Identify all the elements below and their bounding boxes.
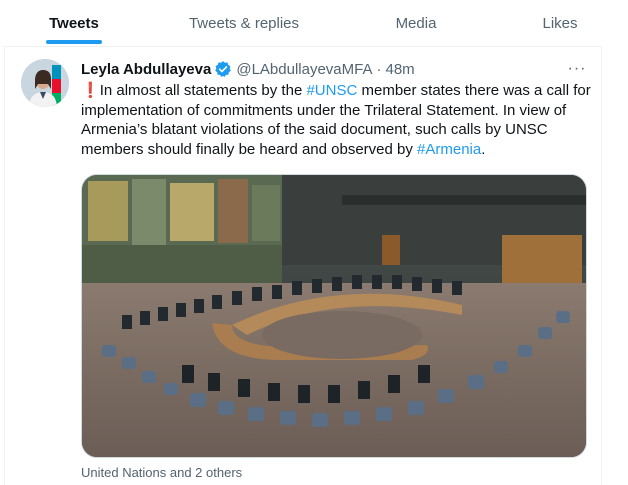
tweet-timestamp[interactable]: 48m [385,61,414,78]
profile-tabs: Tweets Tweets & replies Media Likes [0,0,628,46]
tweet-text-part-1: In almost all statements by the [99,82,307,99]
avatar[interactable] [21,59,69,107]
tab-likes-label: Likes [542,14,578,32]
tab-tweets[interactable]: Tweets [0,0,148,46]
security-council-chamber-photo [82,175,586,457]
tab-media-label: Media [395,14,437,32]
author-name[interactable]: Leyla Abdullayeva [81,61,211,78]
tweet-header: Leyla Abdullayeva @LAbdullayevaMFA · 48m… [81,59,591,79]
tweet-card[interactable]: Leyla Abdullayeva @LAbdullayevaMFA · 48m… [4,46,602,485]
tab-likes[interactable]: Likes [492,0,628,46]
more-options-icon[interactable]: ··· [565,57,589,81]
tweet-text-end: . [481,140,486,158]
tab-tweets-and-replies-label: Tweets & replies [188,14,300,32]
author-handle[interactable]: @LAbdullayevaMFA [236,61,372,78]
hashtag-unsc-link[interactable]: #UNSC [306,82,357,99]
tab-tweets-and-replies[interactable]: Tweets & replies [148,0,340,46]
exclamation-icon: ❗ [81,82,100,99]
hashtag-armenia-link[interactable]: #Armenia [417,141,481,158]
tab-media[interactable]: Media [340,0,492,46]
tab-tweets-label: Tweets [49,14,99,32]
active-tab-indicator [46,40,102,44]
verified-badge-icon [214,60,232,78]
tweet-photo[interactable] [81,174,587,458]
header-separator: · [376,60,382,78]
avatar-image [21,59,69,107]
tweet-text: ❗In almost all statements by the #UNSC m… [81,81,595,159]
photo-tags[interactable]: United Nations and 2 others [81,465,242,480]
